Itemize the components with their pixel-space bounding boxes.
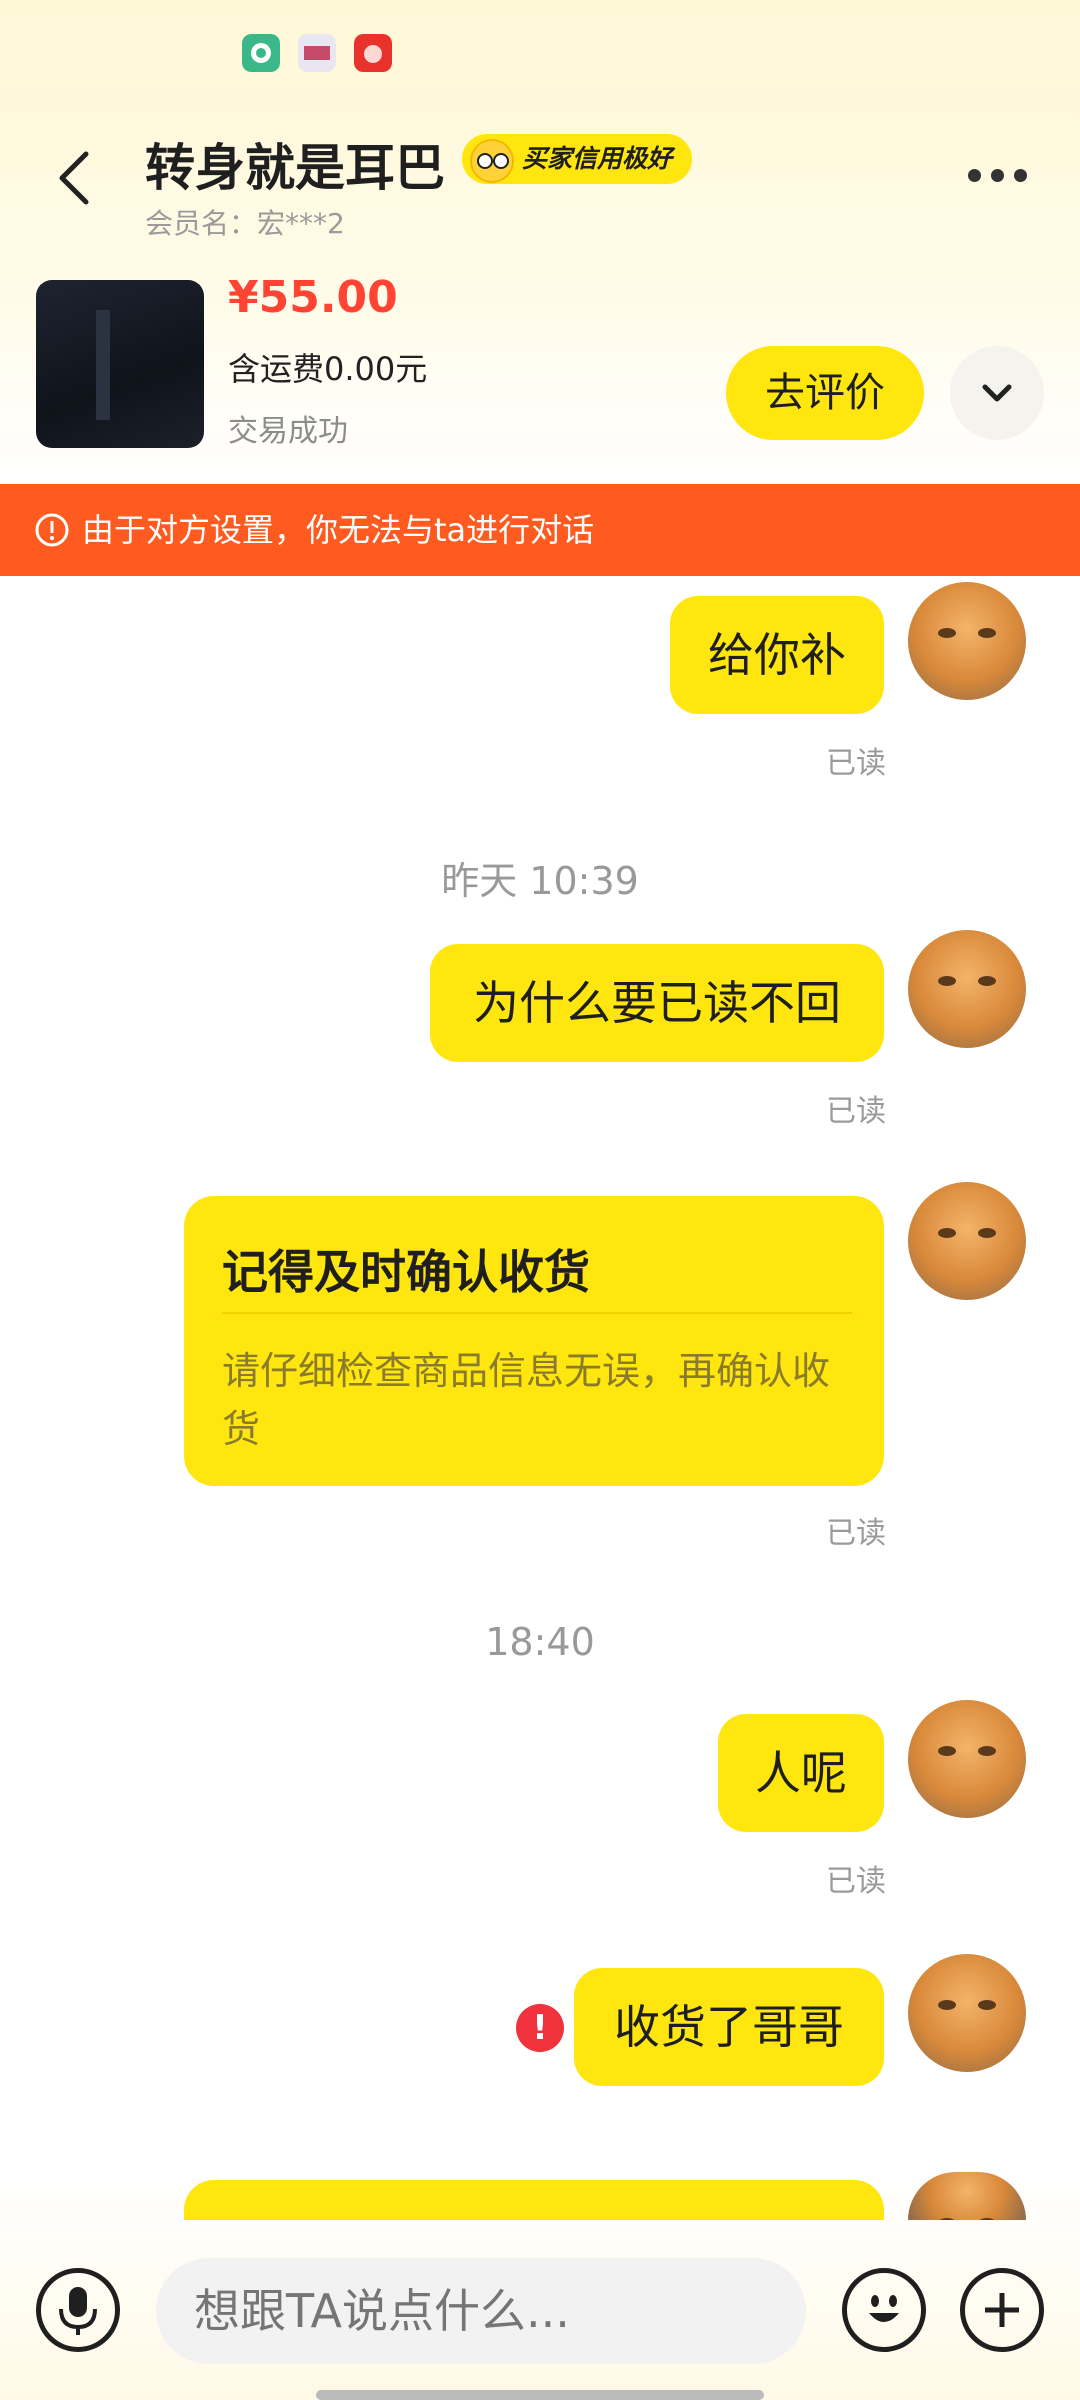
- badge-face-icon: [470, 139, 514, 183]
- user-avatar[interactable]: [908, 1182, 1026, 1300]
- home-indicator[interactable]: [316, 2390, 764, 2400]
- badge-label: 买家信用极好: [522, 144, 673, 173]
- red-app-icon: [354, 34, 392, 72]
- green-app-icon: [242, 34, 280, 72]
- message-bubble-partial[interactable]: [184, 2180, 884, 2220]
- message-bubble[interactable]: 收货了哥哥: [574, 1968, 884, 2086]
- message-input[interactable]: [156, 2258, 806, 2364]
- warning-info-icon: [35, 513, 69, 547]
- expand-button[interactable]: [950, 346, 1044, 440]
- plus-icon: [985, 2293, 1019, 2327]
- user-avatar[interactable]: [908, 582, 1026, 700]
- more-dot: [1014, 168, 1027, 182]
- timestamp: 昨天 10:39: [441, 859, 639, 903]
- more-dot: [968, 168, 981, 182]
- back-arrow-icon[interactable]: [52, 148, 96, 208]
- chevron-down-icon: [982, 384, 1012, 402]
- message-bubble[interactable]: 为什么要已读不回: [430, 944, 884, 1062]
- review-button[interactable]: 去评价: [726, 346, 924, 440]
- message-bubble[interactable]: 人呢: [718, 1714, 884, 1832]
- more-options-icon[interactable]: [968, 160, 1038, 190]
- shipping-fee: 含运费0.00元: [228, 350, 428, 388]
- smiley-icon: [869, 2295, 899, 2322]
- voice-input-icon[interactable]: [36, 2268, 120, 2352]
- member-name: 会员名：宏***2: [145, 207, 345, 240]
- user-avatar[interactable]: [908, 1700, 1026, 1818]
- product-thumbnail[interactable]: [36, 280, 204, 448]
- read-status: 已读: [826, 1094, 886, 1129]
- buyer-credit-badge: 买家信用极好: [462, 134, 693, 184]
- message-bubble[interactable]: 给你补: [670, 596, 884, 714]
- more-actions-icon[interactable]: [960, 2268, 1044, 2352]
- user-avatar[interactable]: [908, 1954, 1026, 2072]
- send-failed-icon[interactable]: !: [516, 2004, 564, 2052]
- timestamp: 18:40: [485, 1620, 595, 1664]
- card-body: 请仔细检查商品信息无误，再确认收货: [222, 1349, 831, 1451]
- gallery-app-icon: [298, 34, 336, 72]
- order-status: 交易成功: [228, 414, 348, 449]
- more-dot: [991, 168, 1004, 182]
- status-bar-app-icons: [242, 34, 392, 72]
- read-status: 已读: [826, 1864, 886, 1899]
- user-avatar[interactable]: [908, 930, 1026, 1048]
- card-divider: [222, 1312, 852, 1314]
- product-price: ¥55.00: [228, 272, 398, 323]
- chat-title: 转身就是耳巴: [145, 139, 445, 197]
- confirm-receipt-card[interactable]: 记得及时确认收货 请仔细检查商品信息无误，再确认收货: [184, 1196, 884, 1486]
- emoji-icon[interactable]: [842, 2268, 926, 2352]
- card-title: 记得及时确认收货: [222, 1245, 590, 1299]
- microphone-icon: [59, 2287, 97, 2335]
- warning-banner: 由于对方设置，你无法与ta进行对话: [0, 484, 1080, 576]
- read-status: 已读: [826, 1516, 886, 1551]
- warning-text: 由于对方设置，你无法与ta进行对话: [82, 511, 595, 549]
- read-status: 已读: [826, 746, 886, 781]
